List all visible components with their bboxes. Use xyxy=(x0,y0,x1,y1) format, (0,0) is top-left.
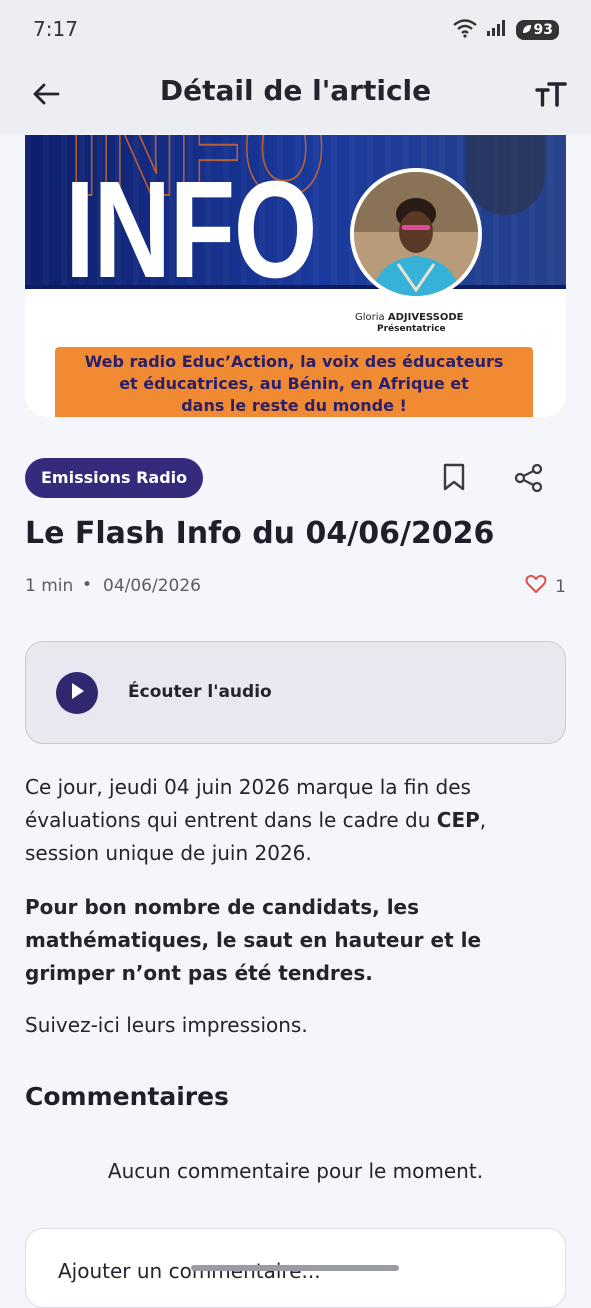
article-hero-image: INFO INFO Gloria ADJIVESSODE Présentatri… xyxy=(25,135,566,417)
audio-player: Écouter l'audio xyxy=(25,641,566,744)
article-paragraph-1: Ce jour, jeudi 04 juin 2026 marque la fi… xyxy=(25,771,566,870)
audio-label: Écouter l'audio xyxy=(128,682,272,702)
comment-placeholder: Ajouter un commentaire... xyxy=(58,1259,321,1283)
battery-level: 93 xyxy=(533,22,553,38)
read-time: 1 min xyxy=(25,576,74,596)
app-bar: Détail de l'article xyxy=(0,58,591,134)
play-button[interactable] xyxy=(56,672,98,714)
status-bar: 7:17 93 xyxy=(0,0,591,58)
article-paragraph-3: Suivez-ici leurs impressions. xyxy=(25,1013,308,1037)
no-comments-message: Aucun commentaire pour le moment. xyxy=(107,1159,484,1183)
play-icon xyxy=(69,682,85,704)
wifi-icon xyxy=(452,18,478,42)
like-count: 1 xyxy=(555,576,566,597)
presenter-last-name: ADJIVESSODE xyxy=(387,312,464,323)
paragraph-1-bold: CEP xyxy=(436,808,480,832)
article-paragraph-2: Pour bon nombre de candidats, les mathém… xyxy=(25,895,482,985)
hero-banner-line1: Web radio Educ’Action, la voix des éduca… xyxy=(84,352,504,371)
bookmark-button[interactable] xyxy=(435,460,473,498)
signal-icon xyxy=(486,19,508,41)
presenter-first-name: Gloria xyxy=(355,312,385,323)
home-indicator[interactable] xyxy=(191,1265,399,1271)
category-row: Emissions Radio xyxy=(25,458,566,500)
article-date: 04/06/2026 xyxy=(103,576,201,596)
category-chip[interactable]: Emissions Radio xyxy=(25,458,204,498)
microphone-shape xyxy=(465,135,545,215)
status-icons: 93 xyxy=(452,18,559,42)
share-button[interactable] xyxy=(509,460,549,500)
page-title: Détail de l'article xyxy=(159,74,432,107)
presenter-photo xyxy=(350,168,482,300)
hero-banner-line2: et éducatrices, au Bénin, en Afrique et xyxy=(119,374,469,393)
article-meta: 1 min • 04/06/2026 1 xyxy=(25,574,566,600)
heart-icon xyxy=(525,574,547,599)
presenter-name: Gloria ADJIVESSODE xyxy=(355,312,464,323)
like-button[interactable]: 1 xyxy=(525,574,566,599)
comments-heading: Commentaires xyxy=(25,1082,229,1111)
text-size-icon xyxy=(535,81,567,111)
battery-indicator: 93 xyxy=(515,20,559,40)
article-title: Le Flash Info du 04/06/2026 xyxy=(25,516,495,551)
presenter-role: Présentatrice xyxy=(377,324,446,334)
hero-band xyxy=(25,285,566,289)
text-size-button[interactable] xyxy=(531,76,571,116)
paragraph-1-start: Ce jour, jeudi 04 juin 2026 marque la fi… xyxy=(25,775,471,832)
meta-separator: • xyxy=(82,575,93,595)
share-icon xyxy=(513,462,545,498)
status-time: 7:17 xyxy=(33,17,78,41)
bookmark-icon xyxy=(441,462,467,496)
hero-banner: Web radio Educ’Action, la voix des éduca… xyxy=(55,347,533,417)
hero-headline: INFO xyxy=(65,153,317,307)
leaf-icon xyxy=(522,21,532,39)
hero-banner-line3: dans le reste du monde ! xyxy=(181,396,407,415)
